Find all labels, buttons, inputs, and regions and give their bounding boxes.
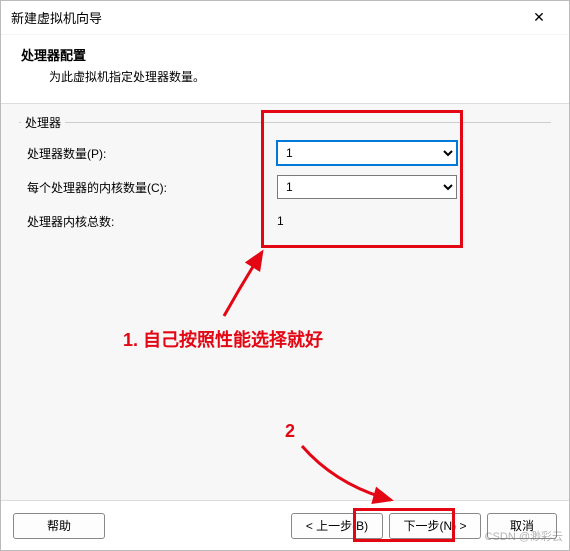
back-button[interactable]: < 上一步(B) — [291, 513, 383, 539]
total-cores-value: 1 — [277, 214, 457, 228]
help-button-label: 帮助 — [47, 517, 71, 534]
page-title: 处理器配置 — [21, 45, 549, 64]
close-button[interactable]: ✕ — [519, 1, 559, 34]
wizard-header: 处理器配置 为此虚拟机指定处理器数量。 — [1, 35, 569, 104]
annotation-arrow-2 — [296, 440, 406, 510]
annotation-text-2: 2 — [285, 421, 295, 442]
next-button[interactable]: 下一步(N) > — [389, 513, 481, 539]
cpu-count-dropdown[interactable]: 1 — [277, 141, 457, 165]
title-bar: 新建虚拟机向导 ✕ — [1, 1, 569, 35]
group-divider — [19, 122, 551, 123]
processor-group: 处理器 处理器数量(P): 1 每个处理器的内核数量(C): 1 处 — [15, 122, 555, 248]
back-button-label: < 上一步(B) — [306, 517, 368, 534]
annotation-text-1: 1. 自己按照性能选择就好 — [123, 326, 323, 352]
cpu-count-label: 处理器数量(P): — [27, 145, 277, 162]
next-button-label: 下一步(N) > — [403, 517, 466, 534]
page-subtitle: 为此虚拟机指定处理器数量。 — [21, 64, 549, 85]
annotation-arrow-1 — [214, 244, 274, 324]
cancel-button-label: 取消 — [510, 517, 534, 534]
wizard-body: 处理器 处理器数量(P): 1 每个处理器的内核数量(C): 1 处 — [1, 104, 569, 500]
cores-per-cpu-label: 每个处理器的内核数量(C): — [27, 179, 277, 196]
row-cpu-count: 处理器数量(P): 1 — [27, 136, 543, 170]
close-icon: ✕ — [533, 9, 545, 26]
cores-per-cpu-dropdown[interactable]: 1 — [277, 175, 457, 199]
cancel-button[interactable]: 取消 — [487, 513, 557, 539]
group-legend: 处理器 — [21, 114, 65, 131]
wizard-window: 新建虚拟机向导 ✕ 处理器配置 为此虚拟机指定处理器数量。 处理器 处理器数量(… — [0, 0, 570, 551]
wizard-footer: 帮助 < 上一步(B) 下一步(N) > 取消 — [1, 500, 569, 550]
row-total-cores: 处理器内核总数: 1 — [27, 204, 543, 238]
total-cores-label: 处理器内核总数: — [27, 213, 277, 230]
row-cores-per-cpu: 每个处理器的内核数量(C): 1 — [27, 170, 543, 204]
help-button[interactable]: 帮助 — [13, 513, 105, 539]
window-title: 新建虚拟机向导 — [11, 8, 519, 27]
